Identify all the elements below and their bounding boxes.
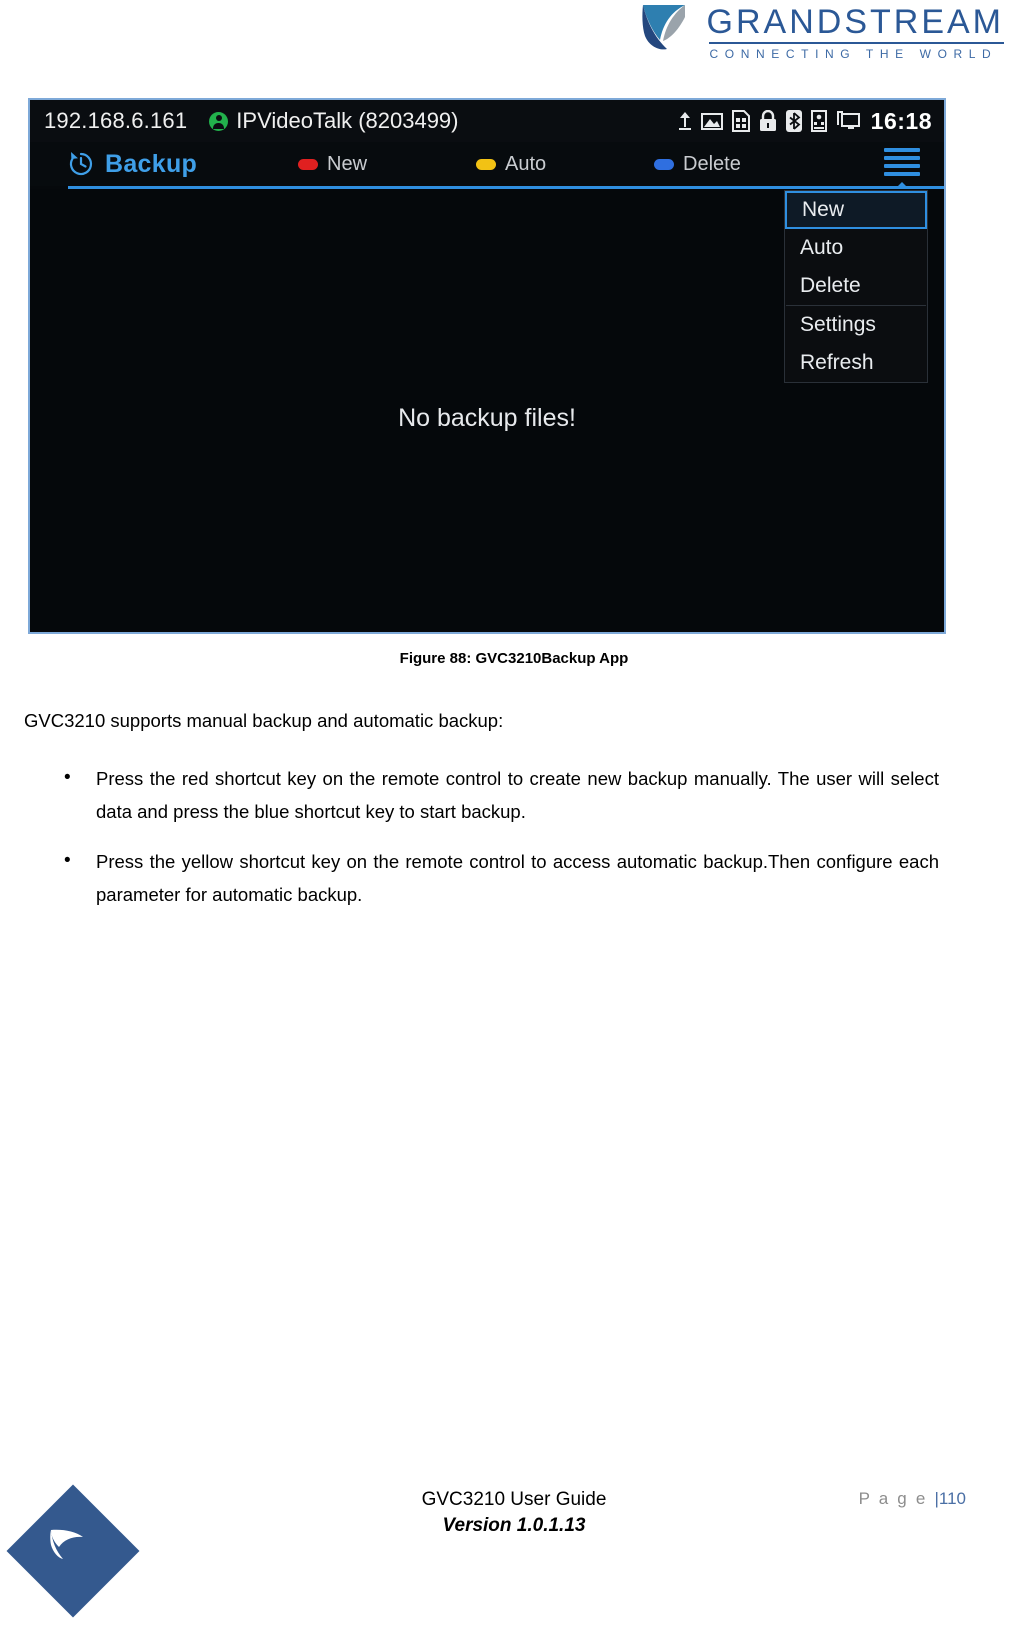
softkey-auto[interactable]: Auto [476,153,654,176]
menu-item-delete[interactable]: Delete [785,267,927,305]
clock-label: 16:18 [870,107,932,134]
figure-caption: Figure 88: GVC3210Backup App [399,650,629,667]
menu-item-settings[interactable]: Settings [785,306,927,344]
list-item: Press the yellow shortcut key on the rem… [24,844,939,911]
grandstream-logo: GRANDSTREAM CONNECTING THE WORLD [641,2,1004,61]
overflow-dropdown-menu[interactable]: New Auto Delete Settings Refresh [784,190,928,383]
account-status: IPVideoTalk (8203499) [209,108,459,134]
sim-card-icon [810,110,827,132]
sd-card-icon [731,110,750,132]
account-contact-icon [209,111,229,131]
footer-page-number: P a g e |110 [859,1489,966,1509]
status-bar: 192.168.6.161 IPVideoTalk (8203499) 16:1… [30,100,944,142]
softkey-new-label: New [327,152,368,175]
list-item: Press the red shortcut key on the remote… [24,761,939,828]
bullet-list: Press the red shortcut key on the remote… [24,761,939,928]
app-title-bar: Backup New Auto Delete [30,142,944,190]
brand-rule [708,42,1004,44]
brand-tagline: CONNECTING THE WORLD [709,47,998,61]
account-label: IPVideoTalk (8203499) [236,108,459,133]
softkey-delete-label: Delete [683,152,741,175]
display-monitor-icon [836,111,860,129]
grandstream-diamond-logo-icon [6,1484,140,1618]
grandstream-swoosh-mark-icon [50,1529,83,1559]
backup-restore-clock-icon [69,152,93,176]
softkey-auto-label: Auto [505,152,547,175]
softkey-yellow-dot-icon [476,158,496,170]
app-title-group: Backup [30,150,298,179]
menu-item-refresh[interactable]: Refresh [785,344,927,382]
softkey-blue-dot-icon [654,158,674,170]
footer-version: Version 1.0.1.13 [442,1515,586,1536]
empty-state-message: No backup files! [398,404,576,432]
page-number: 110 [938,1489,966,1508]
bluetooth-icon [785,110,802,132]
intro-paragraph: GVC3210 supports manual backup and autom… [24,710,504,731]
page-header: GRANDSTREAM CONNECTING THE WORLD [0,0,1028,62]
softkey-group: New Auto Delete [298,148,944,190]
softkey-delete[interactable]: Delete [654,153,832,176]
picture-icon [700,113,723,130]
softkey-red-dot-icon [298,158,318,170]
grandstream-swoosh-icon [641,5,685,50]
hamburger-menu-icon[interactable] [884,148,920,190]
status-icon-group [678,110,860,132]
upload-icon [678,112,691,130]
app-title-label: Backup [105,149,198,178]
menu-item-new[interactable]: New [785,191,927,229]
ip-address-label: 192.168.6.161 [44,108,188,133]
menu-item-auto[interactable]: Auto [785,229,927,267]
device-screenshot: 192.168.6.161 IPVideoTalk (8203499) 16:1… [28,98,946,634]
brand-name: GRANDSTREAM [706,3,1004,41]
page-label: P a g e [858,1489,935,1508]
softkey-new[interactable]: New [298,153,476,176]
lock-icon [759,110,776,131]
